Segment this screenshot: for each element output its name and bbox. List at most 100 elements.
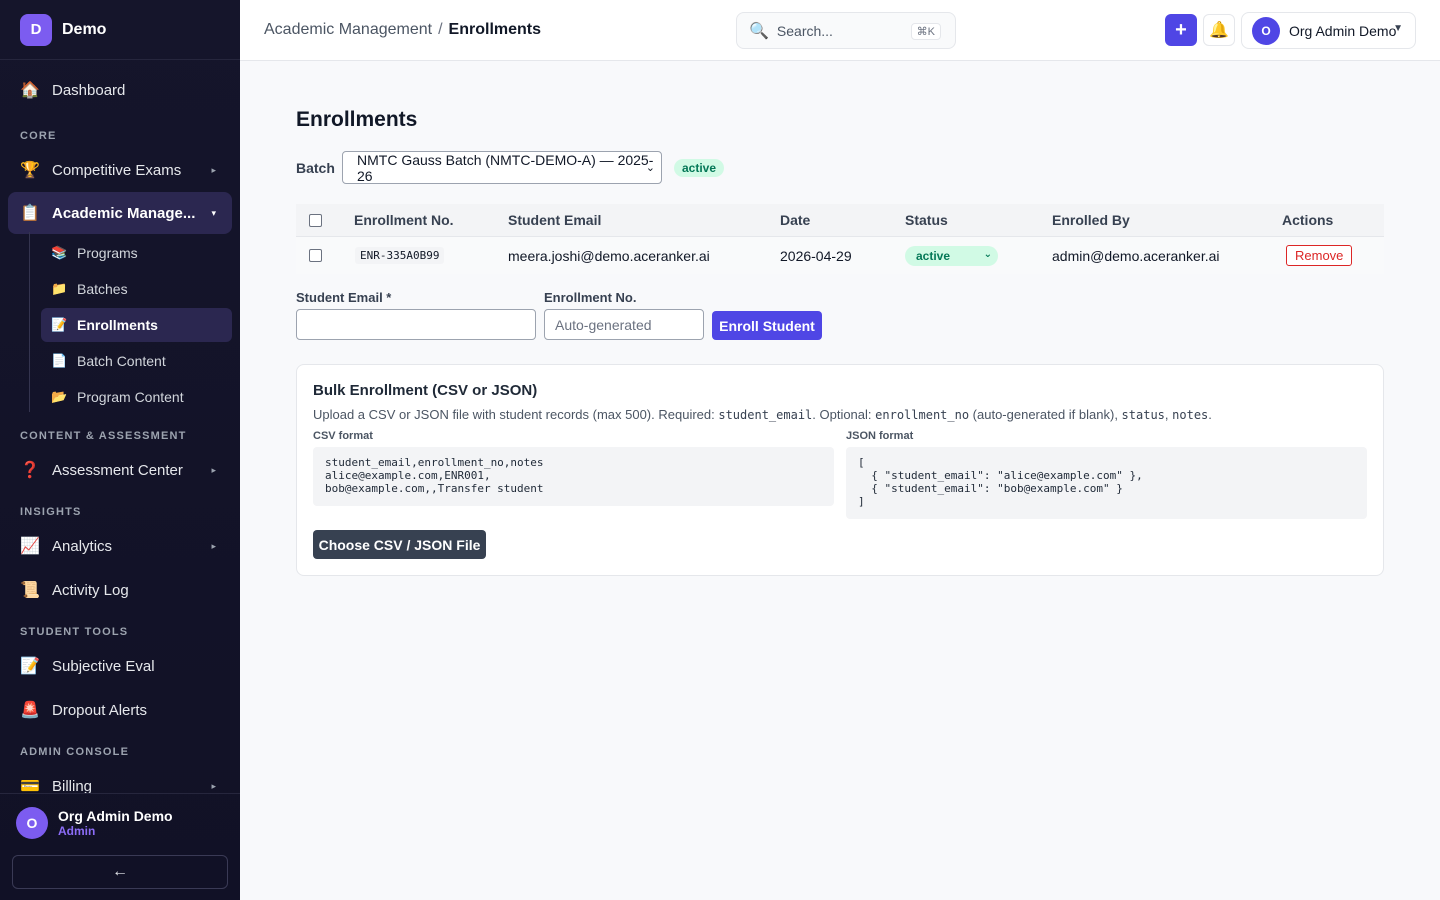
- search-placeholder: Search...: [776, 22, 833, 39]
- remove-button[interactable]: Remove: [1286, 245, 1353, 266]
- arrow-left-icon: ←: [112, 863, 128, 880]
- sidebar-item-competitive-exams[interactable]: 🏆 Competitive Exams ▸: [8, 149, 232, 191]
- sidebar-nav: 🏠 Dashboard CORE 🏆 Competitive Exams ▸ 📋…: [0, 60, 240, 793]
- batch-select[interactable]: NMTC Gauss Batch (NMTC-DEMO-A) — 2025-26…: [342, 151, 662, 184]
- collapse-sidebar-button[interactable]: ←: [12, 855, 228, 889]
- sidebar-item-subjective-eval[interactable]: 📝 Subjective Eval: [8, 645, 232, 687]
- search-input[interactable]: 🔍 Search... ⌘K: [736, 12, 956, 49]
- row-checkbox[interactable]: [309, 249, 322, 262]
- bulk-desc-text: . Optional:: [812, 407, 876, 422]
- column-header[interactable]: Student Email: [508, 212, 601, 228]
- breadcrumb-parent[interactable]: Academic Management: [264, 21, 432, 38]
- status-select-value: active: [916, 248, 951, 263]
- sidebar-subitem-label: Program Content: [77, 389, 184, 405]
- sidebar-subitem-enrollments[interactable]: 📝 Enrollments: [41, 308, 232, 342]
- user-menu[interactable]: O Org Admin Demo ▼: [1241, 12, 1416, 49]
- column-header[interactable]: Status: [905, 212, 948, 228]
- sidebar-user-name: Org Admin Demo: [58, 808, 173, 824]
- books-icon: 📚: [51, 245, 68, 260]
- sidebar-item-academic-management[interactable]: 📋 Academic Manage... ▾: [8, 192, 232, 234]
- notifications-button[interactable]: 🔔: [1203, 14, 1235, 46]
- bulk-title: Bulk Enrollment (CSV or JSON): [313, 382, 538, 399]
- student-email-field[interactable]: [296, 309, 536, 340]
- column-header[interactable]: Enrollment No.: [354, 212, 454, 228]
- column-header[interactable]: Enrolled By: [1052, 212, 1130, 228]
- sidebar-item-label: Competitive Exams: [52, 161, 182, 179]
- bulk-desc-code: notes: [1172, 408, 1209, 422]
- bulk-desc-code: enrollment_no: [875, 408, 970, 422]
- section-content-assessment: CONTENT & ASSESSMENT: [20, 430, 187, 442]
- folder-icon: 📁: [51, 281, 68, 296]
- enroll-student-button[interactable]: Enroll Student: [712, 311, 822, 340]
- csv-sample: student_email,enrollment_no,notes alice@…: [313, 447, 834, 506]
- sidebar-item-billing[interactable]: 💳 Billing ▸: [8, 765, 232, 794]
- sidebar-item-label: Dropout Alerts: [52, 701, 148, 719]
- scroll-icon: 📜: [20, 582, 40, 599]
- sidebar-item-analytics[interactable]: 📈 Analytics ▸: [8, 525, 232, 567]
- status-badge: active: [674, 159, 725, 177]
- bulk-desc-text: Upload a CSV or JSON file with student r…: [313, 407, 719, 422]
- sidebar-item-dropout-alerts[interactable]: 🚨 Dropout Alerts: [8, 689, 232, 731]
- sidebar-user-role: Admin: [58, 824, 96, 838]
- sidebar-subitem-label: Enrollments: [77, 317, 158, 333]
- question-icon: ❓: [20, 462, 40, 479]
- chevron-right-icon: ▸: [211, 464, 216, 475]
- bulk-desc-code: status: [1121, 408, 1165, 422]
- user-menu-name: Org Admin Demo: [1289, 22, 1397, 39]
- sidebar-item-activity-log[interactable]: 📜 Activity Log: [8, 569, 232, 611]
- breadcrumb-current: Enrollments: [448, 21, 542, 38]
- bulk-desc-code: student_email: [718, 408, 813, 422]
- json-format-label: JSON format: [846, 430, 914, 442]
- plus-icon: +: [1175, 18, 1187, 41]
- search-shortcut: ⌘K: [910, 23, 941, 40]
- caret-down-icon: ▼: [1393, 23, 1403, 34]
- student-email-label: Student Email *: [296, 290, 392, 305]
- memo-icon: 📝: [51, 317, 68, 332]
- avatar: O: [1252, 16, 1280, 45]
- breadcrumb: Academic Management / Enrollments: [264, 21, 541, 39]
- bulk-desc-text: (auto-generated if blank),: [969, 407, 1122, 422]
- main-content: Enrollments Batch NMTC Gauss Batch (NMTC…: [240, 61, 1440, 900]
- document-icon: 📄: [51, 353, 68, 368]
- enrollments-table: Enrollment No. Student Email Date Status…: [296, 204, 1384, 274]
- sidebar-item-dashboard[interactable]: 🏠 Dashboard: [8, 69, 232, 111]
- sidebar-item-label: Dashboard: [52, 81, 126, 99]
- credit-card-icon: 💳: [20, 778, 40, 793]
- sidebar-item-label: Academic Manage...: [52, 204, 196, 222]
- batch-label: Batch: [296, 160, 335, 176]
- student-email: meera.joshi@demo.aceranker.ai: [508, 247, 710, 264]
- sidebar-item-assessment-center[interactable]: ❓ Assessment Center ▸: [8, 449, 232, 491]
- siren-icon: 🚨: [20, 702, 40, 719]
- sidebar-footer: O Org Admin Demo Admin ←: [0, 793, 240, 900]
- quick-add-button[interactable]: +: [1165, 14, 1197, 46]
- chevron-down-icon: ⌄: [645, 162, 655, 174]
- table-row: ENR-335A0B99 meera.joshi@demo.aceranker.…: [296, 237, 1384, 274]
- batch-select-value: NMTC Gauss Batch (NMTC-DEMO-A) — 2025-26: [357, 151, 654, 184]
- section-admin-console: ADMIN CONSOLE: [20, 746, 130, 758]
- clipboard-icon: 📋: [20, 205, 40, 222]
- sidebar-subitem-batch-content[interactable]: 📄 Batch Content: [41, 344, 232, 378]
- sidebar-item-label: Billing: [52, 777, 93, 794]
- sidebar-subitem-programs[interactable]: 📚 Programs: [41, 236, 232, 270]
- brand[interactable]: D Demo: [0, 0, 240, 60]
- choose-file-button[interactable]: Choose CSV / JSON File: [313, 530, 486, 559]
- column-header[interactable]: Date: [780, 212, 810, 228]
- chart-icon: 📈: [20, 538, 40, 555]
- sidebar-user[interactable]: O Org Admin Demo Admin: [16, 807, 173, 839]
- page-title: Enrollments: [296, 108, 418, 131]
- brand-name: Demo: [62, 20, 107, 38]
- chevron-down-icon: ▾: [211, 207, 216, 218]
- bell-icon: 🔔: [1209, 22, 1229, 39]
- search-icon: 🔍: [749, 22, 769, 40]
- sidebar-subitem-label: Programs: [77, 245, 138, 261]
- select-all-checkbox[interactable]: [309, 213, 322, 227]
- enrollment-no-field[interactable]: Auto-generated: [544, 309, 704, 340]
- sidebar-subitem-batches[interactable]: 📁 Batches: [41, 272, 232, 306]
- enrollment-number: ENR-335A0B99: [355, 247, 445, 264]
- section-core: CORE: [20, 130, 57, 142]
- section-student-tools: STUDENT TOOLS: [20, 626, 129, 638]
- sidebar-subitem-program-content[interactable]: 📂 Program Content: [41, 380, 232, 414]
- status-select[interactable]: active ⌄: [905, 245, 998, 266]
- chevron-right-icon: ▸: [211, 164, 216, 175]
- enrollment-no-label: Enrollment No.: [544, 290, 637, 305]
